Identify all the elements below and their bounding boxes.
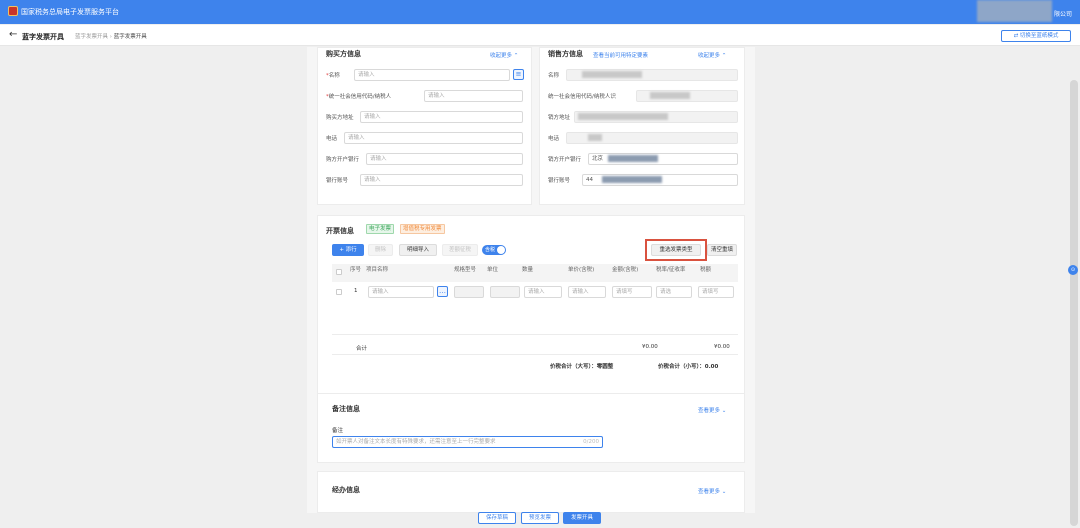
sum-lower: 价税合计（小写）：0.00 xyxy=(658,364,719,370)
invoice-type-badge: 增值税专用发票 xyxy=(400,224,445,234)
page-scrollbar[interactable] xyxy=(1070,80,1078,526)
quantity-input[interactable]: 请输入 xyxy=(524,286,562,298)
seller-elements-link[interactable]: 查看当前可用特定要素 xyxy=(593,51,648,59)
row-index: 1 xyxy=(354,288,358,294)
buyer-card: 购买方信息 收起更多 ⌃ *名称 请输入 ≡ *统一社会信用代码/纳税人 请输入… xyxy=(317,47,532,205)
item-search-icon[interactable]: … xyxy=(437,286,448,297)
buyer-bank-input[interactable]: 请输入 xyxy=(366,153,523,165)
save-draft-button[interactable]: 保存草稿 xyxy=(478,512,516,524)
seller-bank-row: 销方开户银行 北京 xyxy=(548,153,740,165)
seller-card: 销售方信息 查看当前可用特定要素 收起更多 ⌃ 名称 统一社会信用代码/纳税人识… xyxy=(539,47,745,205)
divider xyxy=(332,334,738,335)
remarks-textarea[interactable]: 如开票人对备注文本长度有特殊要求，还需注意至上一行完整要求 0/200 xyxy=(332,436,603,448)
invoice-form: 购买方信息 收起更多 ⌃ *名称 请输入 ≡ *统一社会信用代码/纳税人 请输入… xyxy=(307,47,755,513)
buyer-phone-row: 电话 请输入 xyxy=(326,132,526,144)
spec-input[interactable] xyxy=(454,286,484,298)
row-checkbox[interactable] xyxy=(336,289,342,295)
switch-mode-button[interactable]: ⇄ 切换至蓝纸模式 xyxy=(1001,30,1071,42)
seller-title: 销售方信息 xyxy=(548,50,583,58)
preview-invoice-button[interactable]: 预览发票 xyxy=(521,512,559,524)
add-row-button[interactable]: + 添行 xyxy=(332,244,364,256)
price-tax-button[interactable]: 差额征税 xyxy=(442,244,478,256)
agent-card: 经办信息 查看更多 ⌄ xyxy=(317,471,745,513)
seller-address-row: 销方地址 xyxy=(548,111,740,123)
buyer-bank-row: 购方开户银行 请输入 xyxy=(326,153,526,165)
total-tax: ¥0.00 xyxy=(714,344,730,350)
page-header: ← 蓝字发票开具 蓝字发票开具 › 蓝字发票开具 ⇄ 切换至蓝纸模式 xyxy=(0,25,1080,46)
breadcrumb-item[interactable]: 蓝字发票开具 xyxy=(75,34,108,40)
divider xyxy=(332,354,738,355)
buyer-address-row: 购买方地址 请输入 xyxy=(326,111,526,123)
breadcrumb: 蓝字发票开具 › 蓝字发票开具 xyxy=(75,34,147,40)
breadcrumb-current: 蓝字发票开具 xyxy=(113,34,147,40)
buyer-account-row: 银行账号 请输入 xyxy=(326,174,526,186)
total-label: 合计 xyxy=(356,346,368,352)
sum-upper: 价税合计（大写）：零圆整 xyxy=(550,364,614,370)
electronic-badge: 电子发票 xyxy=(366,224,395,234)
buyer-name-input[interactable]: 请输入 xyxy=(354,69,510,81)
seller-phone-row: 电话 xyxy=(548,132,740,144)
seller-account-row: 银行账号 44 xyxy=(548,174,740,186)
buyer-title: 购买方信息 xyxy=(326,50,361,58)
delete-row-button[interactable]: 删除 xyxy=(368,244,393,256)
buyer-taxid-input[interactable]: 请输入 xyxy=(424,90,523,102)
total-amount: ¥0.00 xyxy=(642,344,658,350)
items-table-header: 序号 项目名称 规格型号 单位 数量 单价(含税) 金额(含税) 税率/征收率 … xyxy=(332,264,738,282)
issue-invoice-button[interactable]: 发票开具 xyxy=(563,512,601,524)
seller-account-label: 银行账号 xyxy=(548,178,571,184)
remarks-more-link[interactable]: 查看更多 ⌄ xyxy=(698,406,726,414)
seller-taxid-label: 统一社会信用代码/纳税人识 xyxy=(548,94,616,100)
user-avatar-redacted[interactable] xyxy=(977,0,1052,22)
float-assist-icon[interactable]: ⊙ xyxy=(1068,265,1078,275)
tax-included-toggle[interactable]: 含税 xyxy=(482,245,506,255)
unit-price-input[interactable]: 请输入 xyxy=(568,286,606,298)
select-all-checkbox[interactable] xyxy=(336,269,342,275)
buyer-taxid-label: 统一社会信用代码/纳税人 xyxy=(328,94,392,100)
top-bar: 国家税务总局电子发票服务平台 限公司 xyxy=(0,0,1080,24)
item-name-input[interactable]: 请输入 xyxy=(368,286,434,298)
buyer-taxid-row: *统一社会信用代码/纳税人 请输入 xyxy=(326,90,526,102)
seller-collapse-link[interactable]: 收起更多 ⌃ xyxy=(698,51,726,59)
buyer-name-row: *名称 请输入 ≡ xyxy=(326,69,526,81)
remarks-card: 备注信息 查看更多 ⌄ 备注 如开票人对备注文本长度有特殊要求，还需注意至上一行… xyxy=(317,393,745,463)
remarks-title: 备注信息 xyxy=(332,405,360,413)
batch-import-button[interactable]: 明细导入 xyxy=(399,244,437,256)
unit-input[interactable] xyxy=(490,286,520,298)
char-counter: 0/200 xyxy=(583,439,599,445)
buyer-bank-label: 购方开户银行 xyxy=(326,157,360,163)
user-name[interactable]: 限公司 xyxy=(1054,9,1072,18)
buyer-name-label: 名称 xyxy=(328,73,340,79)
seller-name-row: 名称 xyxy=(548,69,740,81)
buyer-address-input[interactable]: 请输入 xyxy=(360,111,523,123)
agent-title: 经办信息 xyxy=(332,486,360,494)
buyer-phone-input[interactable]: 请输入 xyxy=(344,132,523,144)
highlight-box xyxy=(645,239,707,261)
remarks-label: 备注 xyxy=(332,428,344,434)
tax-amount-input[interactable]: 请填写 xyxy=(698,286,734,298)
buyer-account-input[interactable]: 请输入 xyxy=(360,174,523,186)
clear-refill-button[interactable]: 清空重填 xyxy=(707,244,737,256)
seller-bank-label: 销方开户银行 xyxy=(548,157,582,163)
seller-phone-label: 电话 xyxy=(548,136,560,142)
seller-address-label: 销方地址 xyxy=(548,115,571,121)
arrow-left-icon[interactable]: ← xyxy=(9,29,17,40)
seller-taxid-row: 统一社会信用代码/纳税人识 xyxy=(548,90,740,102)
select-list-icon[interactable]: ≡ xyxy=(513,69,524,80)
page-title: 蓝字发票开具 xyxy=(22,33,64,41)
app-title: 国家税务总局电子发票服务平台 xyxy=(21,8,119,16)
buyer-address-label: 购买方地址 xyxy=(326,115,354,121)
invoice-title: 开票信息 xyxy=(326,227,354,235)
tax-rate-select[interactable]: 请选 xyxy=(656,286,692,298)
amount-input[interactable]: 请填写 xyxy=(612,286,652,298)
seller-name-label: 名称 xyxy=(548,73,560,79)
buyer-collapse-link[interactable]: 收起更多 ⌃ xyxy=(490,51,518,59)
buyer-phone-label: 电话 xyxy=(326,136,338,142)
agent-more-link[interactable]: 查看更多 ⌄ xyxy=(698,487,726,495)
buyer-account-label: 银行账号 xyxy=(326,178,349,184)
tax-emblem-icon xyxy=(8,6,18,16)
